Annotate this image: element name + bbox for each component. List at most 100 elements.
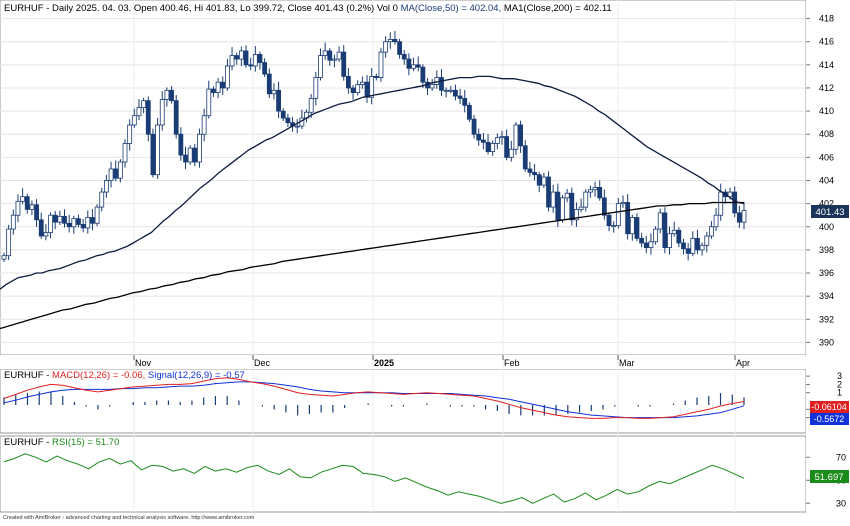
y-tick-label: 394 — [819, 291, 834, 301]
candle-down — [266, 73, 272, 95]
candle-down — [24, 196, 30, 210]
candle-down — [462, 97, 468, 106]
candle-down — [52, 214, 58, 223]
x-tick-label: Dec — [254, 358, 271, 368]
candle-down — [527, 168, 533, 173]
candle-up — [206, 88, 212, 117]
candle-down — [415, 64, 421, 68]
candle-down — [457, 95, 463, 99]
candle-down — [66, 222, 72, 228]
footer-credit: Created with AmiBroker - advanced charti… — [3, 515, 255, 521]
candle-down — [346, 76, 351, 89]
x-tick-label: Apr — [736, 358, 750, 368]
y-tick-label: 414 — [819, 60, 834, 70]
candle-up — [508, 148, 514, 158]
y-tick-label: 406 — [819, 152, 834, 162]
x-tick-label: Feb — [504, 358, 520, 368]
rsi-y-tick-label: 70 — [836, 452, 846, 462]
y-tick-label: 416 — [819, 37, 834, 47]
candle-down — [113, 168, 119, 179]
candle-up — [713, 214, 719, 228]
candle-up — [657, 212, 663, 230]
candle-up — [592, 187, 598, 191]
macd-badge-label: -0.06104 — [811, 402, 847, 412]
candle-up — [108, 168, 114, 181]
y-tick-label: 390 — [819, 337, 834, 347]
candle-down — [420, 66, 426, 83]
candle-up — [271, 89, 277, 95]
candle-up — [578, 206, 584, 210]
main-title-ma200: MA1(Close,200) = 402.11 — [504, 3, 612, 14]
candle-up — [201, 115, 207, 135]
candle-up — [369, 76, 375, 98]
y-tick-label: 398 — [819, 245, 834, 255]
candle-up — [611, 225, 617, 228]
price-badge-label: 401.43 — [815, 207, 844, 218]
candle-down — [406, 58, 412, 69]
candle-up — [94, 206, 100, 224]
candle-up — [29, 204, 35, 210]
candle-down — [178, 133, 184, 156]
candle-down — [522, 145, 528, 170]
y-tick-label: 404 — [819, 176, 834, 186]
candle-up — [322, 50, 328, 56]
candle-up — [383, 41, 389, 53]
candle-up — [318, 55, 323, 78]
candle-down — [276, 89, 281, 112]
candle-up — [490, 143, 496, 152]
candle-up — [332, 58, 337, 61]
main-title-ohlc: - Daily 2025. 04. 03. Open 400.46, Hi 40… — [44, 3, 398, 14]
candle-down — [467, 104, 472, 120]
candle-up — [238, 50, 244, 60]
candle-down — [569, 192, 575, 221]
candle-up — [709, 226, 714, 237]
candle-down — [183, 154, 188, 163]
candle-down — [145, 100, 151, 135]
candle-up — [136, 107, 142, 117]
candle-down — [38, 219, 44, 237]
candle-down — [606, 214, 612, 227]
y-tick-label: 392 — [819, 314, 834, 324]
candle-up — [448, 89, 454, 92]
candle-down — [285, 117, 291, 124]
candle-up — [671, 229, 677, 235]
candle-up — [378, 51, 384, 78]
x-tick-label: 2025 — [374, 358, 394, 368]
candle-up — [224, 65, 230, 89]
candle-down — [34, 204, 39, 221]
candle-up — [718, 191, 724, 216]
rsi-panel — [0, 435, 807, 513]
candle-down — [150, 133, 156, 176]
candle-up — [741, 210, 747, 223]
candle-down — [597, 187, 603, 199]
macd-title: EURHUF - MACD(12,26) = -0.06, Signal(12,… — [4, 370, 245, 381]
candle-down — [485, 141, 491, 152]
candle-up — [429, 84, 435, 89]
candle-down — [518, 124, 524, 147]
candle-up — [355, 84, 361, 93]
candle-down — [643, 242, 649, 248]
x-tick-label: Mar — [619, 358, 635, 368]
main-title-ma50: MA(Close,50) = 402.04, — [401, 3, 502, 14]
candle-down — [504, 136, 510, 158]
y-tick-label: 396 — [819, 268, 834, 278]
candle-down — [736, 212, 742, 223]
candle-up — [252, 54, 258, 67]
candle-down — [532, 172, 537, 176]
candle-up — [159, 99, 165, 126]
candle-down — [350, 87, 356, 93]
candle-up — [229, 55, 235, 67]
candle-up — [550, 191, 556, 208]
candle-up — [560, 197, 565, 221]
candle-down — [695, 237, 700, 251]
candle-up — [699, 244, 705, 251]
candle-up — [127, 124, 133, 144]
candle-down — [536, 174, 542, 186]
candle-down — [90, 217, 95, 224]
candle-down — [234, 55, 240, 60]
candle-up — [103, 180, 109, 193]
chart-canvas: 3903923943963984004024044064084104124144… — [0, 0, 850, 521]
y-tick-label: 410 — [819, 106, 834, 116]
candle-up — [20, 196, 26, 202]
candle-up — [71, 218, 77, 228]
